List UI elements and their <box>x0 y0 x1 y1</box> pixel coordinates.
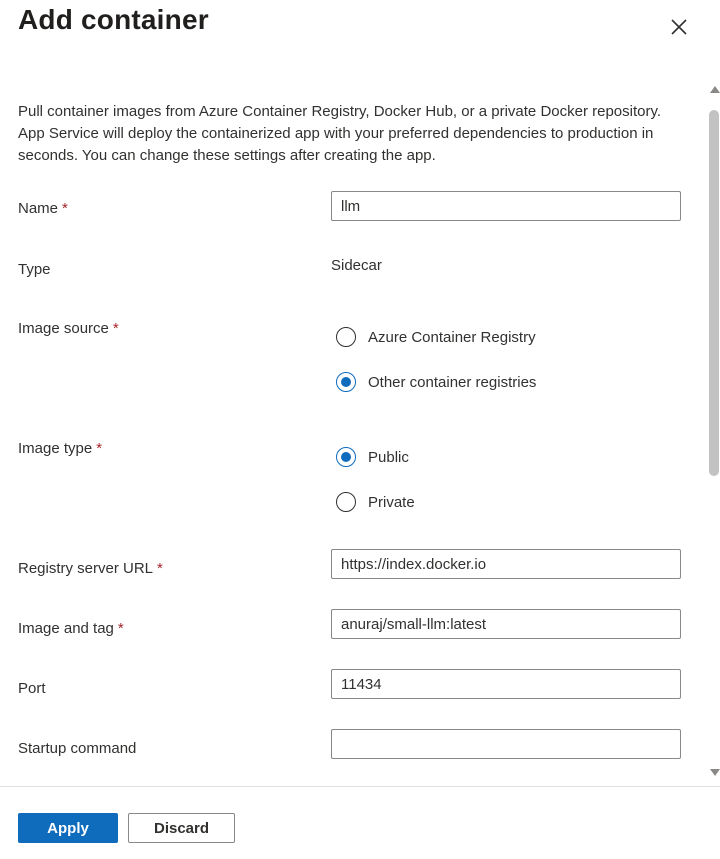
registry-url-label: Registry server URL * <box>18 560 163 577</box>
scroll-up-arrow-icon[interactable] <box>710 86 720 93</box>
image-tag-input[interactable] <box>331 609 681 639</box>
footer-divider <box>0 786 720 787</box>
name-label: Name * <box>18 200 68 217</box>
startup-command-label: Startup command <box>18 740 137 757</box>
image-type-label: Image type * <box>18 440 103 457</box>
discard-button[interactable]: Discard <box>128 813 235 843</box>
scrollbar-thumb[interactable] <box>709 110 719 476</box>
radio-other-container-registries[interactable]: Other container registries <box>336 370 536 394</box>
radio-label: Other container registries <box>368 373 537 391</box>
radio-azure-container-registry[interactable]: Azure Container Registry <box>336 325 536 349</box>
panel-title: Add container <box>18 4 209 35</box>
intro-text: Pull container images from Azure Contain… <box>18 103 662 164</box>
port-label: Port <box>18 680 46 697</box>
startup-command-input[interactable] <box>331 729 681 759</box>
required-marker: * <box>96 440 103 457</box>
radio-circle-selected <box>336 372 356 392</box>
radio-circle <box>336 327 356 347</box>
scroll-down-arrow-icon[interactable] <box>710 769 720 776</box>
radio-circle <box>336 492 356 512</box>
required-marker: * <box>157 560 163 577</box>
type-value: Sidecar <box>331 257 382 274</box>
registry-url-input[interactable] <box>331 549 681 579</box>
radio-label: Azure Container Registry <box>368 328 536 346</box>
type-label: Type <box>18 261 51 278</box>
radio-label: Public <box>368 448 409 466</box>
close-icon <box>671 19 687 35</box>
radio-circle-selected <box>336 447 356 467</box>
radio-private[interactable]: Private <box>336 490 415 514</box>
image-tag-label: Image and tag * <box>18 620 124 637</box>
required-marker: * <box>112 320 119 337</box>
radio-public[interactable]: Public <box>336 445 409 469</box>
radio-label: Private <box>368 493 415 511</box>
apply-button[interactable]: Apply <box>18 813 118 843</box>
name-input[interactable] <box>331 191 681 221</box>
image-source-label: Image source * <box>18 320 119 337</box>
close-button[interactable] <box>666 14 692 40</box>
port-input[interactable] <box>331 669 681 699</box>
required-marker: * <box>62 200 68 217</box>
required-marker: * <box>117 620 124 637</box>
